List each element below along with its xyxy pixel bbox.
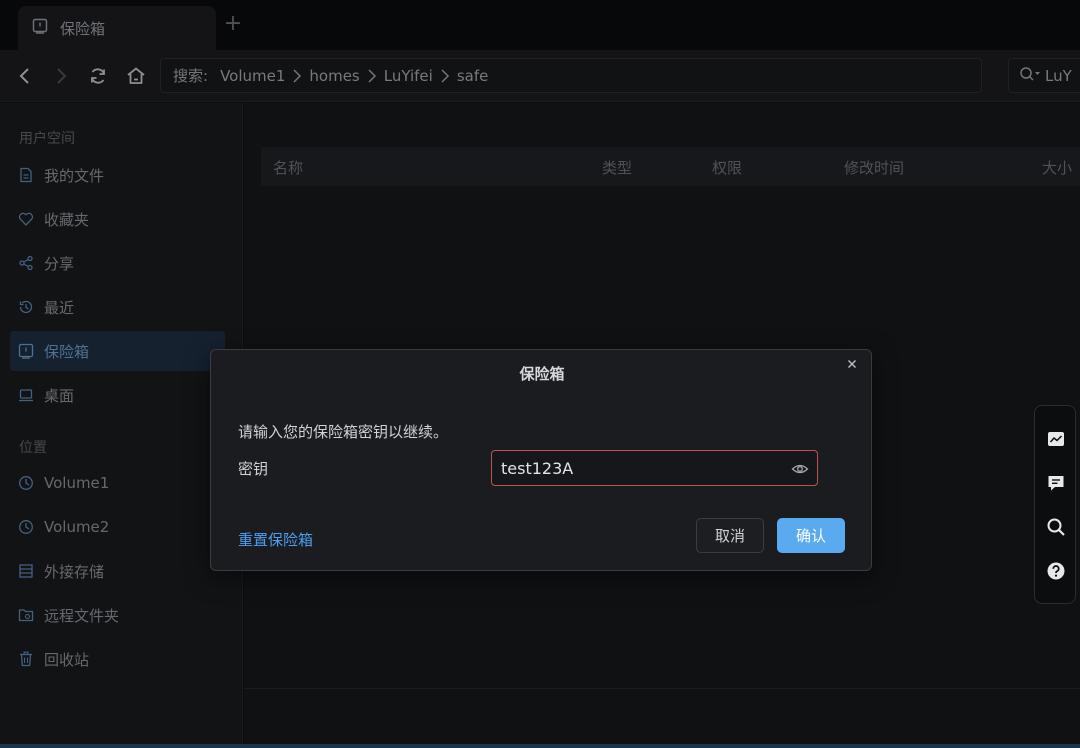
- key-input[interactable]: test123A: [491, 450, 818, 486]
- key-field-label: 密钥: [238, 460, 269, 478]
- safe-unlock-dialog: 保险箱 请输入您的保险箱密钥以继续。 密钥 test123A 重置保险箱 取消 …: [210, 349, 872, 571]
- search-icon[interactable]: [1045, 516, 1067, 538]
- reset-safe-link[interactable]: 重置保险箱: [238, 529, 313, 550]
- help-icon[interactable]: [1045, 560, 1067, 582]
- floating-toolbar: [1034, 405, 1076, 604]
- key-input-value: test123A: [501, 458, 574, 478]
- eye-icon[interactable]: [791, 460, 809, 478]
- cancel-button[interactable]: 取消: [696, 518, 764, 553]
- close-button[interactable]: [844, 356, 860, 372]
- close-icon: [848, 360, 856, 368]
- confirm-button[interactable]: 确认: [777, 518, 845, 553]
- dialog-title: 保险箱: [519, 365, 565, 383]
- dialog-message: 请输入您的保险箱密钥以继续。: [238, 423, 449, 441]
- chart-icon[interactable]: [1045, 428, 1067, 450]
- chat-icon[interactable]: [1045, 472, 1067, 494]
